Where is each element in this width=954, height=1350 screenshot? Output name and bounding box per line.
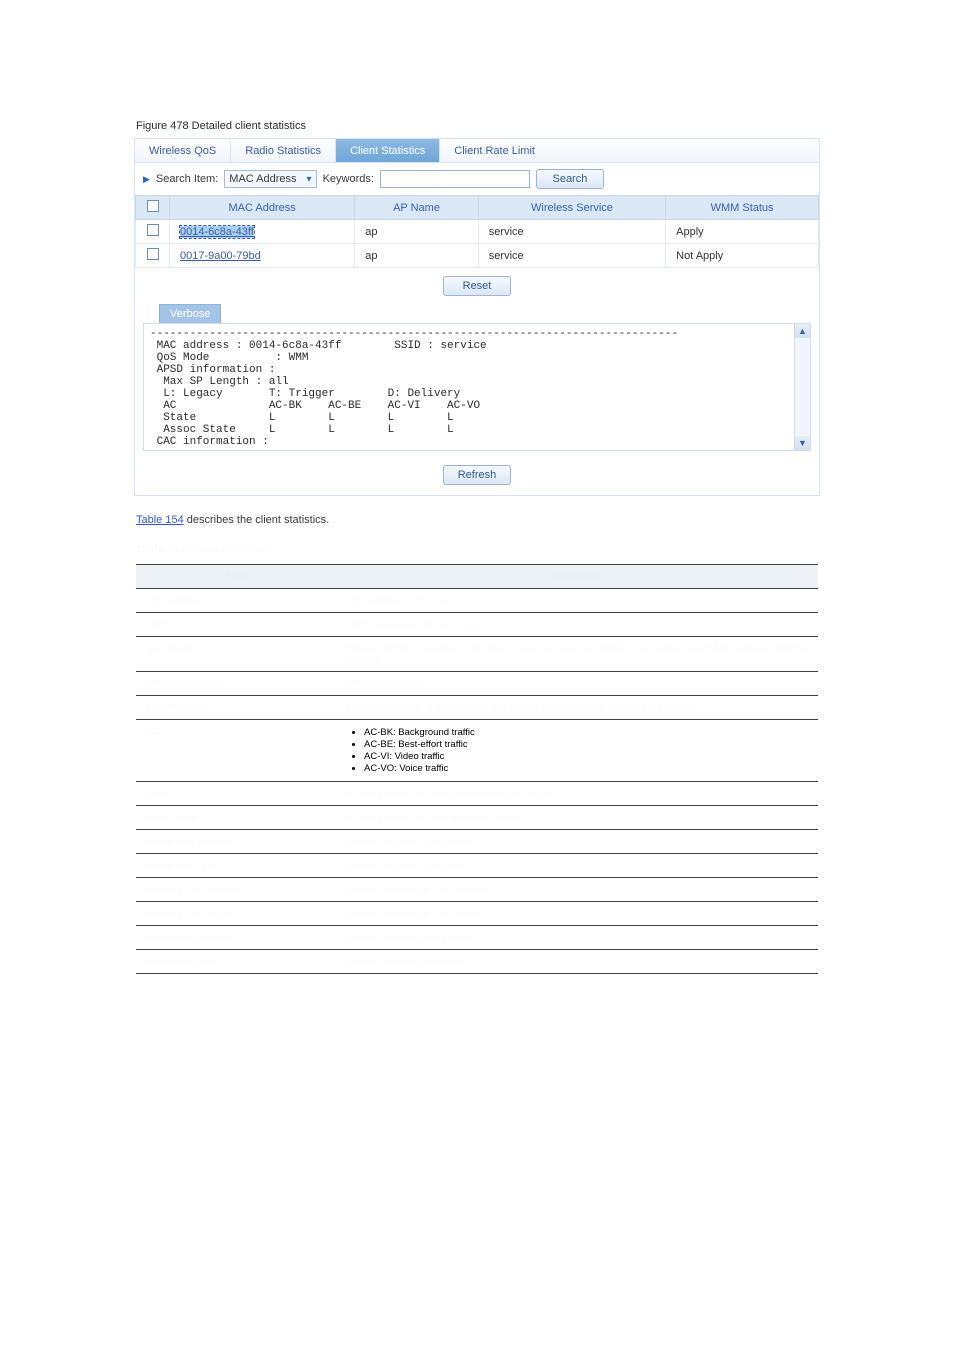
- search-button[interactable]: Search: [536, 169, 604, 189]
- table-ref-caption: Table 154 describes the client statistic…: [136, 514, 882, 526]
- table-row: Uplink CAC packetsNumber of uplink CAC p…: [136, 830, 818, 854]
- table-ref-suffix: describes the client statistics.: [184, 514, 330, 526]
- cell-ap: ap: [355, 244, 479, 268]
- table-row: 0017-9a00-79bd ap service Not Apply: [136, 244, 819, 268]
- cell-svc: service: [478, 220, 665, 244]
- table-row: Uplink CAC bytesNumber of uplink CAC byt…: [136, 854, 818, 878]
- keywords-label: Keywords:: [323, 173, 374, 185]
- figure-caption: Figure 478 Detailed client statistics: [136, 120, 882, 132]
- cell-ap: ap: [355, 220, 479, 244]
- ac-list: AC-BK: Background traffic AC-BE: Best-ef…: [346, 727, 808, 774]
- search-item-select-value: MAC Address: [229, 173, 296, 185]
- cell-svc: service: [478, 244, 665, 268]
- table-row: 0014-6c8a-43ff ap service Apply: [136, 220, 819, 244]
- col-wmm: WMM Status: [666, 196, 819, 220]
- table-row: MAC addressMAC address of the client: [136, 589, 818, 613]
- table-row: Assoc StateAC state when the client acce…: [136, 806, 818, 830]
- tab-client-rate-limit[interactable]: Client Rate Limit: [440, 139, 549, 162]
- search-arrow-icon: ▶: [143, 174, 150, 185]
- col-ap: AP Name: [355, 196, 479, 220]
- verbose-bar: Verbose: [135, 304, 819, 323]
- verbose-tab[interactable]: Verbose: [159, 304, 221, 323]
- table-row: QoS ModeWhether WMM is enabled on the cl…: [136, 637, 818, 672]
- select-all-checkbox[interactable]: [147, 200, 159, 212]
- table-row: APSD informationAPSD information: [136, 672, 818, 696]
- table-row: Downlink CAC packetsNumber of downlink C…: [136, 878, 818, 902]
- tab-client-statistics[interactable]: Client Statistics: [336, 139, 440, 162]
- scrollbar[interactable]: ▲ ▼: [794, 324, 810, 450]
- table-row: SSIDSSID associated with the client: [136, 613, 818, 637]
- refresh-button[interactable]: Refresh: [443, 465, 511, 485]
- refresh-row: Refresh: [135, 451, 819, 495]
- th-field: Field: [136, 565, 336, 589]
- tab-radio-statistics[interactable]: Radio Statistics: [231, 139, 336, 162]
- row-checkbox[interactable]: [147, 248, 159, 260]
- row-checkbox[interactable]: [147, 224, 159, 236]
- cell-wmm: Not Apply: [666, 244, 819, 268]
- table-row: StateAC state when the client is associa…: [136, 782, 818, 806]
- scroll-up-icon[interactable]: ▲: [795, 324, 810, 338]
- table-row: Downgrade packetsNumber of downgrade pac…: [136, 926, 818, 950]
- scroll-track[interactable]: [795, 338, 810, 436]
- keywords-input[interactable]: [380, 170, 530, 188]
- table-row: AC AC-BK: Background traffic AC-BE: Best…: [136, 720, 818, 782]
- client-table: MAC Address AP Name Wireless Service WMM…: [135, 195, 819, 268]
- table-ref-link[interactable]: Table 154: [136, 514, 184, 526]
- table-title: Table 154 Client statistics: [136, 544, 882, 556]
- table-row: Downgrade bytesNumber of downgrade bytes: [136, 950, 818, 974]
- mac-link[interactable]: 0014-6c8a-43ff: [180, 226, 254, 238]
- reset-row: Reset: [135, 268, 819, 304]
- tabs: Wireless QoS Radio Statistics Client Sta…: [135, 139, 819, 163]
- tab-wireless-qos[interactable]: Wireless QoS: [135, 139, 231, 162]
- description-table: Field Description MAC addressMAC address…: [136, 564, 818, 974]
- list-item: AC-VI: Video traffic: [364, 751, 808, 762]
- search-row: ▶ Search Item: MAC Address ▾ Keywords: S…: [135, 163, 819, 195]
- verbose-output-area: ----------------------------------------…: [143, 323, 811, 451]
- table-row: Downlink CAC bytesNumber of downlink CAC…: [136, 902, 818, 926]
- reset-button[interactable]: Reset: [443, 276, 511, 296]
- chevron-down-icon: ▾: [307, 174, 312, 185]
- list-item: AC-BE: Best-effort traffic: [364, 739, 808, 750]
- list-item: AC-VO: Voice traffic: [364, 763, 808, 774]
- verbose-text: ----------------------------------------…: [144, 324, 810, 450]
- list-item: AC-BK: Background traffic: [364, 727, 808, 738]
- cell-wmm: Apply: [666, 220, 819, 244]
- mac-link[interactable]: 0017-9a00-79bd: [180, 250, 261, 262]
- stats-panel: Wireless QoS Radio Statistics Client Sta…: [134, 138, 820, 496]
- scroll-down-icon[interactable]: ▼: [795, 436, 810, 450]
- search-item-label: Search Item:: [156, 173, 218, 185]
- col-mac: MAC Address: [170, 196, 355, 220]
- search-item-select[interactable]: MAC Address ▾: [224, 170, 316, 188]
- col-svc: Wireless Service: [478, 196, 665, 220]
- table-row: Max SP LengthMaximum number of data pack…: [136, 696, 818, 720]
- th-desc: Description: [336, 565, 818, 589]
